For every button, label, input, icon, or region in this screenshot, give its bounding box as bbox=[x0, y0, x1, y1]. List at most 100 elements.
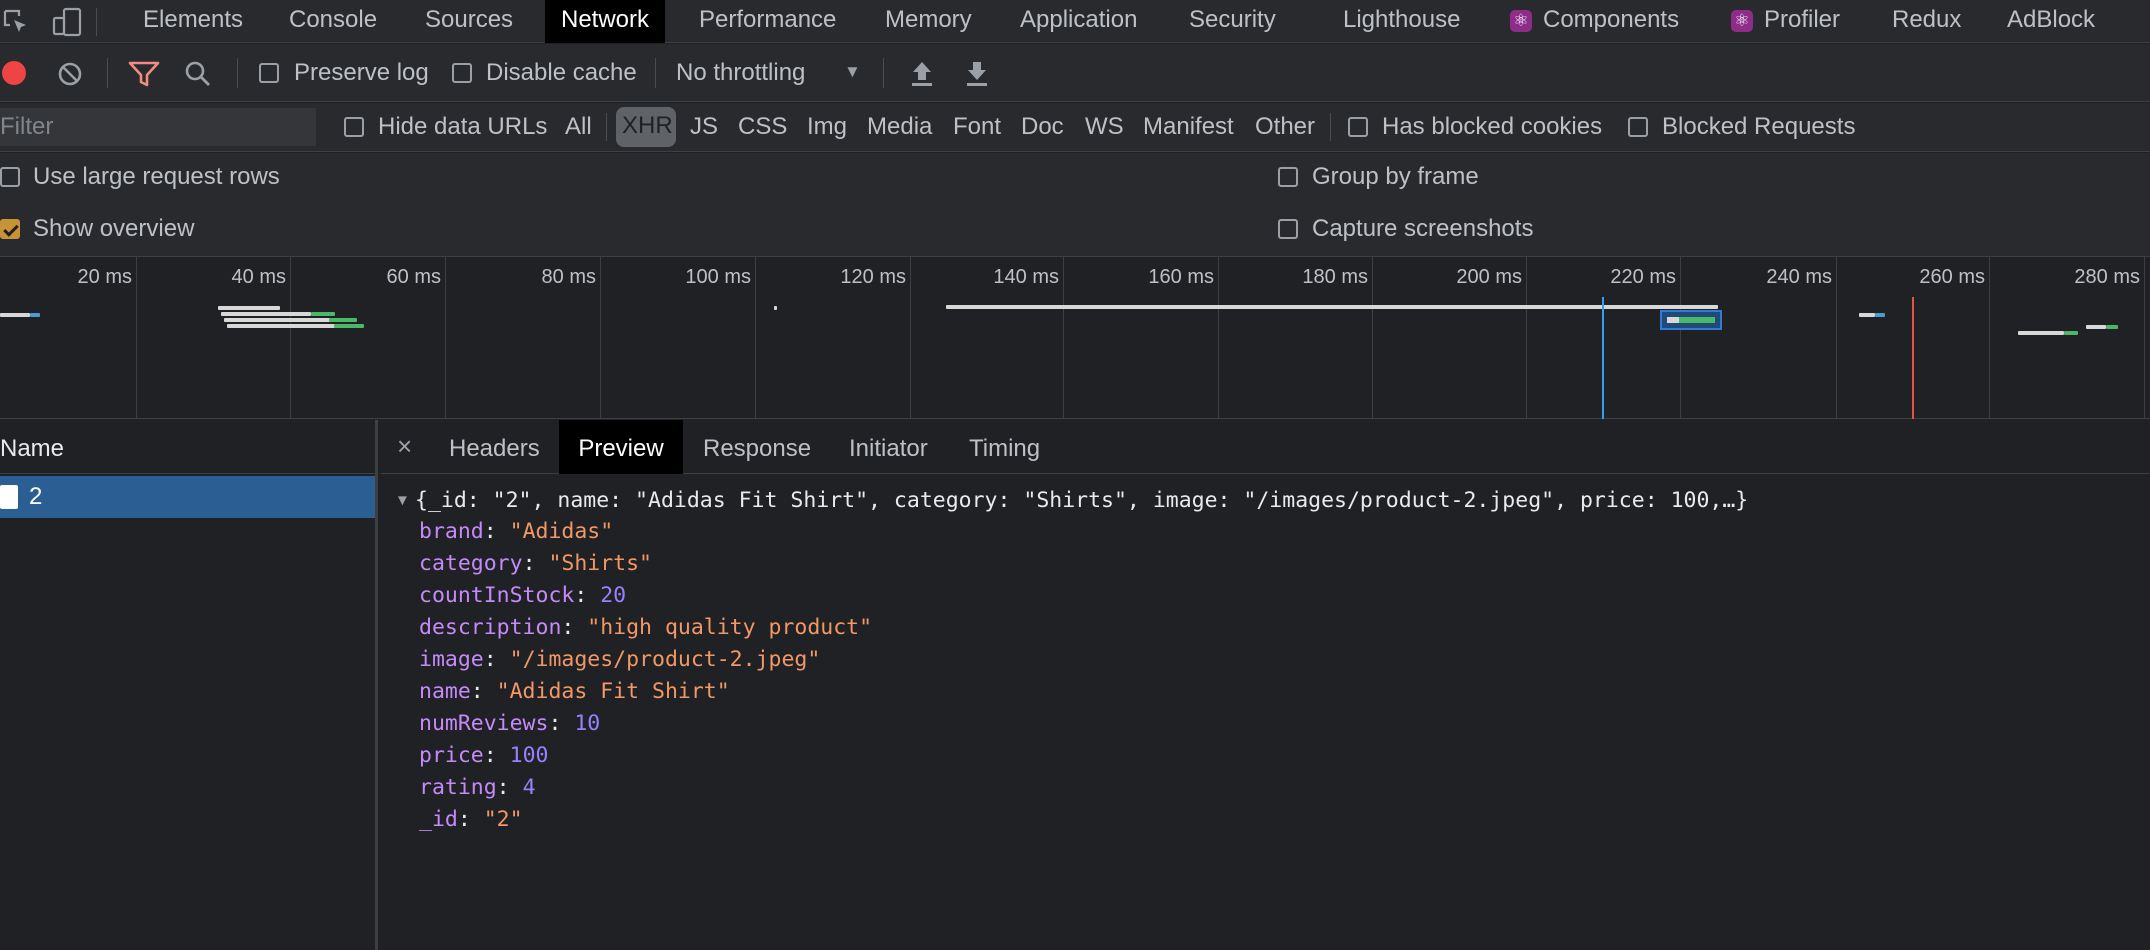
tab-performance[interactable]: Performance bbox=[683, 0, 852, 43]
json-field-row: numReviews: 10 bbox=[419, 708, 1748, 740]
throttling-select[interactable]: No throttling ▼ bbox=[676, 58, 866, 88]
waterfall-bar bbox=[1679, 317, 1715, 323]
tab-response[interactable]: Response bbox=[703, 435, 811, 463]
timeline-gridline bbox=[1836, 257, 1837, 419]
capture-screenshots-checkbox[interactable] bbox=[1278, 219, 1298, 239]
json-fields: brand: "Adidas" category: "Shirts" countIn… bbox=[395, 514, 1748, 836]
tab-headers[interactable]: Headers bbox=[449, 435, 540, 463]
json-colon: : bbox=[457, 807, 484, 832]
waterfall-bar bbox=[1875, 313, 1885, 317]
json-colon: : bbox=[470, 679, 497, 704]
tab-lighthouse[interactable]: Lighthouse bbox=[1327, 0, 1476, 43]
tab-console[interactable]: Console bbox=[273, 0, 393, 43]
record-icon[interactable] bbox=[2, 61, 26, 85]
request-row[interactable]: 2 bbox=[0, 476, 375, 518]
tick-label: 60 ms bbox=[386, 266, 441, 288]
request-list-header[interactable]: Name bbox=[0, 420, 375, 474]
tick-label: 20 ms bbox=[77, 266, 132, 288]
tab-elements[interactable]: Elements bbox=[127, 0, 259, 43]
waterfall-bar bbox=[0, 313, 30, 317]
react-icon: ⚛ bbox=[1510, 10, 1532, 32]
timeline-gridline bbox=[910, 257, 911, 419]
device-toolbar-icon[interactable] bbox=[50, 6, 84, 38]
expand-arrow-icon[interactable]: ▼ bbox=[395, 492, 415, 509]
timeline-gridline bbox=[136, 257, 137, 419]
json-key: rating bbox=[419, 775, 497, 800]
type-filter-other[interactable]: Other bbox=[1255, 113, 1315, 141]
type-filter-img[interactable]: Img bbox=[807, 113, 847, 141]
tab-adblock[interactable]: AdBlock bbox=[1991, 0, 2111, 43]
network-overview[interactable]: 20 ms 40 ms 60 ms 80 ms 100 ms 120 ms 14… bbox=[0, 257, 2150, 419]
blocked-requests-checkbox[interactable] bbox=[1628, 117, 1648, 137]
tab-initiator[interactable]: Initiator bbox=[849, 435, 928, 463]
type-filter-font[interactable]: Font bbox=[953, 113, 1001, 141]
json-summary-row[interactable]: ▼ {_id: "2", name: "Adidas Fit Shirt", c… bbox=[395, 486, 1748, 514]
tab-memory[interactable]: Memory bbox=[869, 0, 988, 43]
use-large-rows-checkbox[interactable] bbox=[0, 167, 20, 187]
filter-divider bbox=[1330, 113, 1331, 141]
json-colon: : bbox=[483, 647, 510, 672]
network-settings: Use large request rows Group by frame Sh… bbox=[0, 153, 2150, 257]
type-filter-manifest[interactable]: Manifest bbox=[1143, 113, 1234, 141]
type-filter-all[interactable]: All bbox=[565, 113, 592, 141]
json-key: numReviews bbox=[419, 711, 549, 736]
type-filter-doc[interactable]: Doc bbox=[1021, 113, 1064, 141]
filter-input[interactable]: Filter bbox=[0, 108, 316, 146]
show-overview-checkbox[interactable] bbox=[0, 219, 20, 239]
toolbar-divider bbox=[107, 58, 108, 88]
tab-preview[interactable]: Preview bbox=[559, 420, 683, 474]
tab-sources[interactable]: Sources bbox=[409, 0, 529, 43]
network-toolbar: Preserve log Disable cache No throttling… bbox=[0, 44, 2150, 102]
search-icon[interactable] bbox=[184, 60, 212, 88]
json-colon: : bbox=[483, 743, 510, 768]
tick-label: 240 ms bbox=[1766, 266, 1832, 288]
group-by-frame-checkbox[interactable] bbox=[1278, 167, 1298, 187]
capture-screenshots-label: Capture screenshots bbox=[1312, 215, 1534, 242]
has-blocked-cookies-checkbox[interactable] bbox=[1348, 117, 1368, 137]
tab-network[interactable]: Network bbox=[545, 0, 666, 43]
json-colon: : bbox=[522, 551, 549, 576]
preserve-log-checkbox[interactable] bbox=[259, 63, 279, 83]
selected-request-bar[interactable] bbox=[1660, 310, 1722, 330]
timeline-gridline bbox=[2144, 257, 2145, 419]
tick-label: 280 ms bbox=[2074, 266, 2140, 288]
type-filter-media[interactable]: Media bbox=[867, 113, 932, 141]
filter-placeholder: Filter bbox=[0, 113, 54, 140]
disable-cache-checkbox[interactable] bbox=[452, 63, 472, 83]
export-har-icon[interactable] bbox=[964, 59, 990, 87]
clear-icon[interactable] bbox=[57, 61, 83, 87]
blocked-requests-label: Blocked Requests bbox=[1662, 113, 1856, 140]
json-value: "high quality product" bbox=[587, 615, 873, 640]
tab-components[interactable]: ⚛ Components bbox=[1494, 0, 1695, 43]
json-value: 4 bbox=[522, 775, 536, 800]
name-column-header: Name bbox=[0, 435, 65, 462]
has-blocked-cookies-label: Has blocked cookies bbox=[1382, 113, 1603, 140]
hide-data-urls-checkbox[interactable] bbox=[344, 117, 364, 137]
timeline-gridline bbox=[1063, 257, 1064, 419]
close-icon[interactable]: × bbox=[397, 431, 412, 462]
timeline-gridline bbox=[1372, 257, 1373, 419]
type-filter-xhr[interactable]: XHR bbox=[616, 107, 676, 147]
json-value: "Shirts" bbox=[548, 551, 653, 576]
tabbar-divider bbox=[96, 8, 97, 36]
import-har-icon[interactable] bbox=[909, 59, 935, 87]
type-filter-js[interactable]: JS bbox=[690, 113, 718, 141]
inspect-element-icon[interactable] bbox=[2, 8, 30, 36]
filter-icon[interactable] bbox=[128, 60, 160, 88]
timeline-gridline bbox=[1989, 257, 1990, 419]
tab-timing[interactable]: Timing bbox=[969, 435, 1040, 463]
request-name: 2 bbox=[29, 483, 43, 510]
type-filter-css[interactable]: CSS bbox=[738, 113, 787, 141]
tick-label: 180 ms bbox=[1302, 266, 1368, 288]
tab-redux[interactable]: Redux bbox=[1876, 0, 1977, 43]
domcontentloaded-marker bbox=[1602, 297, 1604, 419]
tab-application[interactable]: Application bbox=[1004, 0, 1153, 43]
waterfall-bar bbox=[2086, 325, 2106, 329]
type-filter-ws[interactable]: WS bbox=[1085, 113, 1124, 141]
tab-profiler[interactable]: ⚛ Profiler bbox=[1715, 0, 1856, 43]
timeline-gridline bbox=[600, 257, 601, 419]
tick-label: 80 ms bbox=[541, 266, 596, 288]
waterfall-bar bbox=[221, 312, 311, 316]
tab-security[interactable]: Security bbox=[1173, 0, 1292, 43]
json-field-row: rating: 4 bbox=[419, 772, 1748, 804]
